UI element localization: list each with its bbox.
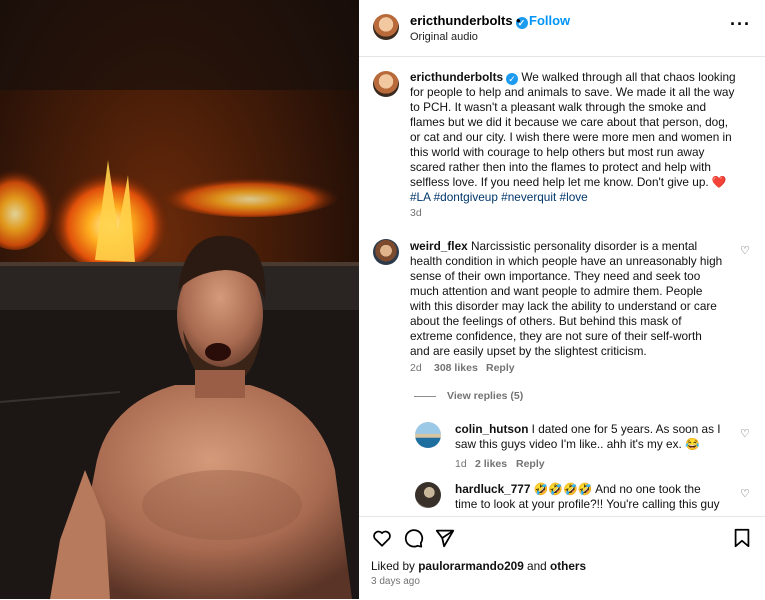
reply-line: saw this guys video I'm like.. ahh it's … <box>455 437 700 451</box>
reply-username[interactable]: hardluck_777 <box>455 482 530 496</box>
post-date: 3 days ago <box>371 576 420 587</box>
caption-hashtags[interactable]: #LA #dontgiveup #neverquit #love <box>410 190 755 205</box>
comment-line: sense of their own importance. They need… <box>410 269 701 283</box>
liked-by: Liked by paulorarmando209 and others <box>371 559 586 573</box>
caption-line-1: ericthunderbolts ✓ We walked through all … <box>410 70 755 85</box>
reply-time: 1d <box>455 458 467 470</box>
like-reply-heart-icon[interactable]: ♡ <box>740 427 750 440</box>
post-header: ericthunderbolts ✓ • Follow Original audi… <box>359 0 765 57</box>
more-options-icon[interactable]: ··· <box>730 14 751 35</box>
caption-line: or cat and our city. I wish there were m… <box>410 130 732 144</box>
caption-line-text: We walked through all that chaos looking <box>518 70 736 84</box>
reply-username[interactable]: colin_hutson <box>455 422 528 436</box>
comment-line-1: weird_flex Narcissistic personality diso… <box>410 239 745 254</box>
caption-time: 3d <box>410 207 422 219</box>
view-replies-button[interactable]: View replies (5) <box>447 390 523 402</box>
original-audio-link[interactable]: Original audio <box>410 31 478 43</box>
like-heart-icon[interactable] <box>371 527 393 549</box>
follow-button[interactable]: Follow <box>529 13 570 28</box>
like-comment-heart-icon[interactable]: ♡ <box>740 244 750 257</box>
comments-scroll[interactable]: ericthunderbolts ✓ We walked through all … <box>359 57 765 516</box>
caption-line: to PCH. It wasn't a pleasant walk throug… <box>410 100 707 114</box>
caption-avatar[interactable] <box>373 71 399 97</box>
reply-line-1: colin_hutson I dated one for 5 years. As… <box>455 422 745 437</box>
liked-by-prefix: Liked by <box>371 559 419 573</box>
like-reply-heart-icon[interactable]: ♡ <box>740 487 750 500</box>
liked-by-and: and <box>523 559 551 573</box>
reply-text: colin_hutson I dated one for 5 years. As… <box>455 422 745 452</box>
instagram-post: ericthunderbolts ✓ • Follow Original audi… <box>0 0 765 599</box>
reply-line-text: 🤣🤣🤣🤣 And no one took the <box>530 482 701 496</box>
caption-line: this world with courage to help others b… <box>410 145 705 159</box>
comment-likes[interactable]: 308 likes <box>434 362 478 374</box>
reply-avatar[interactable] <box>415 422 441 448</box>
caption-text: ericthunderbolts ✓ We walked through all … <box>410 70 755 205</box>
author-username-text[interactable]: ericthunderbolts <box>410 13 513 28</box>
comment-line: with this disorder may lack the ability … <box>410 299 717 313</box>
separator-dot: • <box>516 13 521 28</box>
reply-likes[interactable]: 2 likes <box>475 458 507 470</box>
comment-line: health condition in which people have an… <box>410 254 723 268</box>
save-bookmark-icon[interactable] <box>732 527 752 549</box>
post-panel: ericthunderbolts ✓ • Follow Original audi… <box>359 0 765 599</box>
caption-line: scared rather then into the flames to pr… <box>410 160 711 174</box>
comment-icon[interactable] <box>402 527 424 549</box>
post-video[interactable] <box>0 0 359 599</box>
reply-reply-button[interactable]: Reply <box>516 458 545 470</box>
reply-avatar[interactable] <box>415 482 441 508</box>
comment-time: 2d <box>410 362 422 374</box>
verified-icon: ✓ <box>506 73 519 85</box>
comment-reply-button[interactable]: Reply <box>486 362 515 374</box>
commenter-username[interactable]: weird_flex <box>410 239 468 253</box>
reply-line-text: I dated one for 5 years. As soon as I <box>528 422 721 436</box>
commenter-avatar[interactable] <box>373 239 399 265</box>
author-username[interactable]: ericthunderbolts ✓ <box>410 13 528 29</box>
caption-line: for people to help and animals to save. … <box>410 85 735 99</box>
post-actions: Liked by paulorarmando209 and others 3 d… <box>359 516 765 600</box>
liked-by-user[interactable]: paulorarmando209 <box>418 559 524 573</box>
caption-line: selfless love. If you need help let me k… <box>410 175 727 189</box>
video-frame <box>0 0 359 599</box>
comment-line: much attention and want people to admire… <box>410 284 703 298</box>
comment-line: extreme confidence, they are not sure of… <box>410 329 702 343</box>
caption-line: flames but we did it because we care abo… <box>410 115 729 129</box>
comment-line: and are easily upset by the slightest cr… <box>410 344 647 358</box>
comment-line: about the feelings of others. But behind… <box>410 314 682 328</box>
comment-text: weird_flex Narcissistic personality diso… <box>410 239 745 359</box>
reply-line-1: hardluck_777 🤣🤣🤣🤣 And no one took the <box>455 482 745 497</box>
share-icon[interactable] <box>434 527 456 549</box>
reply-text: hardluck_777 🤣🤣🤣🤣 And no one took the ti… <box>455 482 745 512</box>
reply-line: time to look at your profile?!! You're c… <box>455 497 720 511</box>
liked-by-others[interactable]: others <box>550 559 586 573</box>
comment-line-text: Narcissistic personality disorder is a m… <box>467 239 698 253</box>
view-replies-line <box>414 396 436 397</box>
author-avatar[interactable] <box>373 14 399 40</box>
caption-username[interactable]: ericthunderbolts <box>410 70 503 84</box>
